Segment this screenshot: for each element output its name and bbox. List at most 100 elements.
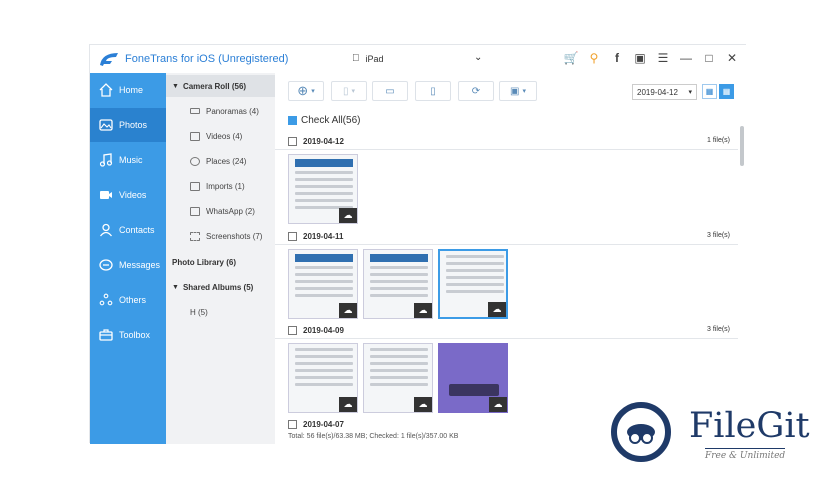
- sidebar-item-toolbox[interactable]: Toolbox: [90, 318, 166, 352]
- day-checkbox[interactable]: [288, 231, 297, 241]
- device-selector[interactable]:  iPad: [352, 53, 384, 64]
- day-date: 2019-04-09: [303, 325, 344, 335]
- chevron-down-icon[interactable]: ⌄: [474, 52, 482, 63]
- day-header: 2019-04-11 3 file(s): [275, 228, 738, 245]
- image-icon: [190, 206, 200, 216]
- title-bar: FoneTrans for iOS (Unregistered)  iPad …: [90, 45, 747, 73]
- tree-item-videos[interactable]: Videos (4): [166, 125, 275, 147]
- minimize-icon[interactable]: —: [679, 50, 693, 66]
- export-button[interactable]: ▯ ▾: [331, 81, 367, 101]
- day-checkbox[interactable]: [288, 136, 297, 146]
- photo-content: ⊕ ▾ ▯ ▾ ▭ ▯ ⟳ ▣ ▾ 2019-04-12 ▾ ▦ ▦ Check…: [275, 73, 747, 444]
- chat-icon[interactable]: ▣: [633, 50, 647, 66]
- day-count: 1 file(s): [707, 137, 730, 144]
- check-all-checkbox[interactable]: [288, 116, 297, 125]
- cloud-icon: ☁: [489, 397, 507, 412]
- sidebar-item-label: Contacts: [119, 225, 155, 235]
- others-icon: [98, 292, 114, 308]
- grid-icon: ▦: [705, 87, 714, 96]
- day-checkbox[interactable]: [288, 325, 297, 335]
- cloud-icon: ☁: [414, 303, 432, 318]
- sidebar-item-photos[interactable]: Photos: [90, 108, 166, 142]
- facebook-icon[interactable]: f: [610, 50, 624, 66]
- home-icon: [98, 82, 114, 98]
- list-view-button[interactable]: ▦: [719, 84, 734, 99]
- grid-view-button[interactable]: ▦: [702, 84, 717, 99]
- tree-item-shared-h[interactable]: H (5): [166, 301, 275, 323]
- toolbox-button[interactable]: ▣ ▾: [499, 81, 537, 101]
- photo-thumbnail[interactable]: ☁: [363, 343, 433, 413]
- delete-button[interactable]: ▯: [415, 81, 451, 101]
- key-icon[interactable]: ⚲: [587, 50, 601, 66]
- app-logo: [100, 53, 118, 66]
- photo-thumbnail-selected[interactable]: ☁: [438, 249, 508, 319]
- export-pc-button[interactable]: ▭: [372, 81, 408, 101]
- sidebar-item-videos[interactable]: Videos: [90, 178, 166, 212]
- sidebar-item-contacts[interactable]: Contacts: [90, 213, 166, 247]
- sidebar: Home Photos Music Videos Contacts Messag…: [90, 73, 166, 444]
- import-icon: [190, 181, 200, 191]
- sidebar-item-label: Messages: [119, 260, 161, 270]
- tree-label: Photo Library (6): [172, 257, 237, 267]
- sidebar-item-messages[interactable]: Messages: [90, 248, 166, 282]
- cart-icon[interactable]: 🛒: [564, 50, 579, 66]
- monitor-icon: ▭: [385, 85, 395, 97]
- chevron-down-icon: ▾: [351, 88, 356, 95]
- tree-item-panoramas[interactable]: Panoramas (4): [166, 100, 275, 122]
- sidebar-item-label: Others: [119, 295, 147, 305]
- maximize-icon[interactable]: □: [702, 50, 716, 66]
- toolbar: ⊕ ▾ ▯ ▾ ▭ ▯ ⟳ ▣ ▾ 2019-04-12 ▾ ▦ ▦: [275, 73, 747, 109]
- trash-icon: ▯: [430, 85, 436, 97]
- photo-thumbnail[interactable]: ☁: [288, 343, 358, 413]
- video-icon: [190, 131, 200, 141]
- messages-icon: [98, 257, 114, 273]
- tree-label: WhatsApp (2): [206, 206, 255, 216]
- tree-shared-albums[interactable]: ▼ Shared Albums (5): [166, 276, 275, 298]
- plus-circle-icon: ⊕: [297, 83, 309, 98]
- scrollbar-thumb[interactable]: [740, 126, 744, 166]
- location-pin-icon: [190, 156, 200, 166]
- app-window: FoneTrans for iOS (Unregistered)  iPad …: [89, 44, 747, 444]
- cloud-icon: ☁: [339, 397, 357, 412]
- tree-camera-roll[interactable]: ▼ Camera Roll (56): [166, 75, 275, 97]
- add-button[interactable]: ⊕ ▾: [288, 81, 324, 101]
- caret-down-icon: ▼: [172, 283, 179, 291]
- tree-label: H (5): [190, 307, 208, 317]
- sidebar-item-label: Photos: [119, 120, 148, 130]
- sidebar-item-music[interactable]: Music: [90, 143, 166, 177]
- day-date: 2019-04-12: [303, 136, 344, 146]
- tree-item-screenshots[interactable]: Screenshots (7): [166, 225, 275, 247]
- tree-label: Imports (1): [206, 181, 245, 191]
- videos-icon: [98, 187, 114, 203]
- briefcase-icon: ▣: [510, 85, 520, 97]
- photos-icon: [98, 117, 114, 133]
- tree-label: Videos (4): [206, 131, 243, 141]
- caret-down-icon: ▼: [172, 82, 179, 90]
- photo-thumbnail[interactable]: ☁: [288, 249, 358, 319]
- day-header: 2019-04-12 1 file(s): [275, 133, 738, 150]
- tree-item-whatsapp[interactable]: WhatsApp (2): [166, 200, 275, 222]
- tree-item-imports[interactable]: Imports (1): [166, 175, 275, 197]
- photo-thumbnail[interactable]: ☁: [438, 343, 508, 413]
- date-filter-select[interactable]: 2019-04-12 ▾: [632, 84, 697, 100]
- check-all[interactable]: Check All(56): [288, 115, 360, 126]
- cloud-icon: ☁: [488, 302, 506, 317]
- album-tree: ▼ Camera Roll (56) Panoramas (4) Videos …: [166, 73, 275, 444]
- tree-item-places[interactable]: Places (24): [166, 150, 275, 172]
- day-count: 3 file(s): [707, 232, 730, 239]
- menu-icon[interactable]: ☰: [656, 50, 670, 66]
- device-name: iPad: [358, 53, 384, 64]
- music-icon: [98, 152, 114, 168]
- tree-photo-library[interactable]: Photo Library (6): [166, 251, 275, 273]
- photo-thumbnail[interactable]: ☁: [363, 249, 433, 319]
- photo-thumbnail[interactable]: ☁: [288, 154, 358, 224]
- cloud-icon: ☁: [414, 397, 432, 412]
- tree-label: Places (24): [206, 156, 247, 166]
- sidebar-item-others[interactable]: Others: [90, 283, 166, 317]
- tree-label: Camera Roll (56): [182, 81, 247, 91]
- chevron-down-icon: ▾: [688, 89, 692, 96]
- sidebar-item-home[interactable]: Home: [90, 73, 166, 107]
- refresh-button[interactable]: ⟳: [458, 81, 494, 101]
- close-icon[interactable]: ✕: [725, 50, 739, 66]
- day-date: 2019-04-11: [303, 231, 344, 241]
